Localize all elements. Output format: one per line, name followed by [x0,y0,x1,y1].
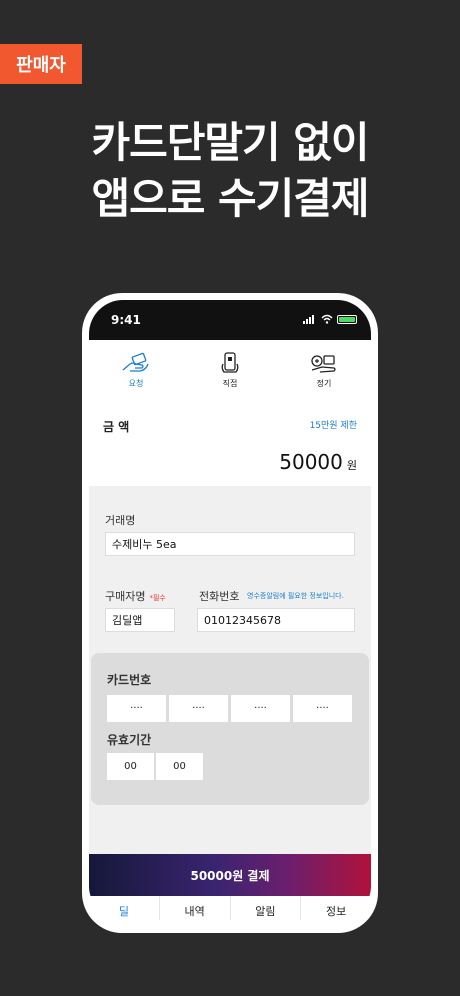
expiry-month-field[interactable]: 00 [107,753,154,780]
nav-deal[interactable]: 딜 [89,896,160,920]
promo-headline: 카드단말기 없이 앱으로 수기결제 [0,115,460,227]
card-number-part-1[interactable]: ···· [107,695,166,722]
tab-request-label: 요청 [128,378,144,388]
tab-request[interactable]: 요청 [89,340,183,400]
card-info-panel: 카드번호 ···· ···· ···· ···· 유효기간 00 00 [91,653,369,805]
headline-line-2: 앱으로 수기결제 [91,174,369,223]
tab-recurring-label: 정기 [316,378,332,388]
status-time: 9:41 [111,313,141,327]
tab-recurring[interactable]: 정기 [277,340,371,400]
expiry-year-field[interactable]: 00 [156,753,203,780]
phone-notch [161,300,299,326]
phone-field[interactable]: 01012345678 [197,608,355,632]
deal-name-label: 거래명 [105,514,136,527]
tab-direct[interactable]: 직접 [183,340,277,400]
amount-input[interactable]: 50000 원 [279,450,357,474]
headline-line-1: 카드단말기 없이 [91,118,369,167]
amount-label: 금 액 [103,420,130,434]
nav-info[interactable]: 정보 [301,896,371,920]
bottom-nav: 딜 내역 알림 정보 [89,896,371,920]
payment-type-tabs: 요청 직접 정기 [89,340,371,401]
buyer-name-label: 구매자명 *필수 [105,588,166,604]
amount-unit: 원 [346,459,357,472]
card-number-part-4[interactable]: ···· [293,695,352,722]
tab-direct-label: 직접 [222,378,238,388]
status-icons [303,314,357,324]
payment-form: 거래명 수제비누 5ea 구매자명 *필수 김딜앱 전화번호 영수증알림에 필요한… [89,486,371,854]
phone-note: 영수증알림에 필요한 정보입니다. [247,592,344,600]
card-number-label: 카드번호 [107,673,152,687]
recurring-payment-icon [311,354,336,373]
status-bar: 9:41 [89,300,371,340]
phone-screen: 9:41 요청 직접 정기 금 액 15만원 제한 50000 원 거래명 수제… [89,300,371,920]
seller-badge: 판매자 [0,44,82,84]
pay-button[interactable]: 50000원 결제 [89,854,371,896]
deal-name-field[interactable]: 수제비누 5ea [105,532,355,556]
card-number-part-3[interactable]: ···· [231,695,290,722]
expiry-label: 유효기간 [107,733,152,747]
battery-icon [337,314,357,324]
nav-alerts[interactable]: 알림 [231,896,302,920]
phone-hand-icon [221,351,239,373]
amount-limit-note: 15만원 제한 [309,421,357,431]
phone-label: 전화번호 [199,590,240,603]
amount-section: 금 액 15만원 제한 50000 원 [89,400,371,486]
amount-value: 50000 [279,450,343,474]
nav-history[interactable]: 내역 [160,896,231,920]
buyer-name-field[interactable]: 김딜앱 [105,608,175,632]
hand-card-icon [122,352,149,372]
required-marker: *필수 [149,594,166,602]
wifi-icon [321,314,333,324]
signal-icon [303,314,317,324]
phone-frame: 9:41 요청 직접 정기 금 액 15만원 제한 50000 원 거래명 수제… [82,293,378,933]
buyer-name-label-text: 구매자명 [105,590,146,603]
card-number-part-2[interactable]: ···· [169,695,228,722]
